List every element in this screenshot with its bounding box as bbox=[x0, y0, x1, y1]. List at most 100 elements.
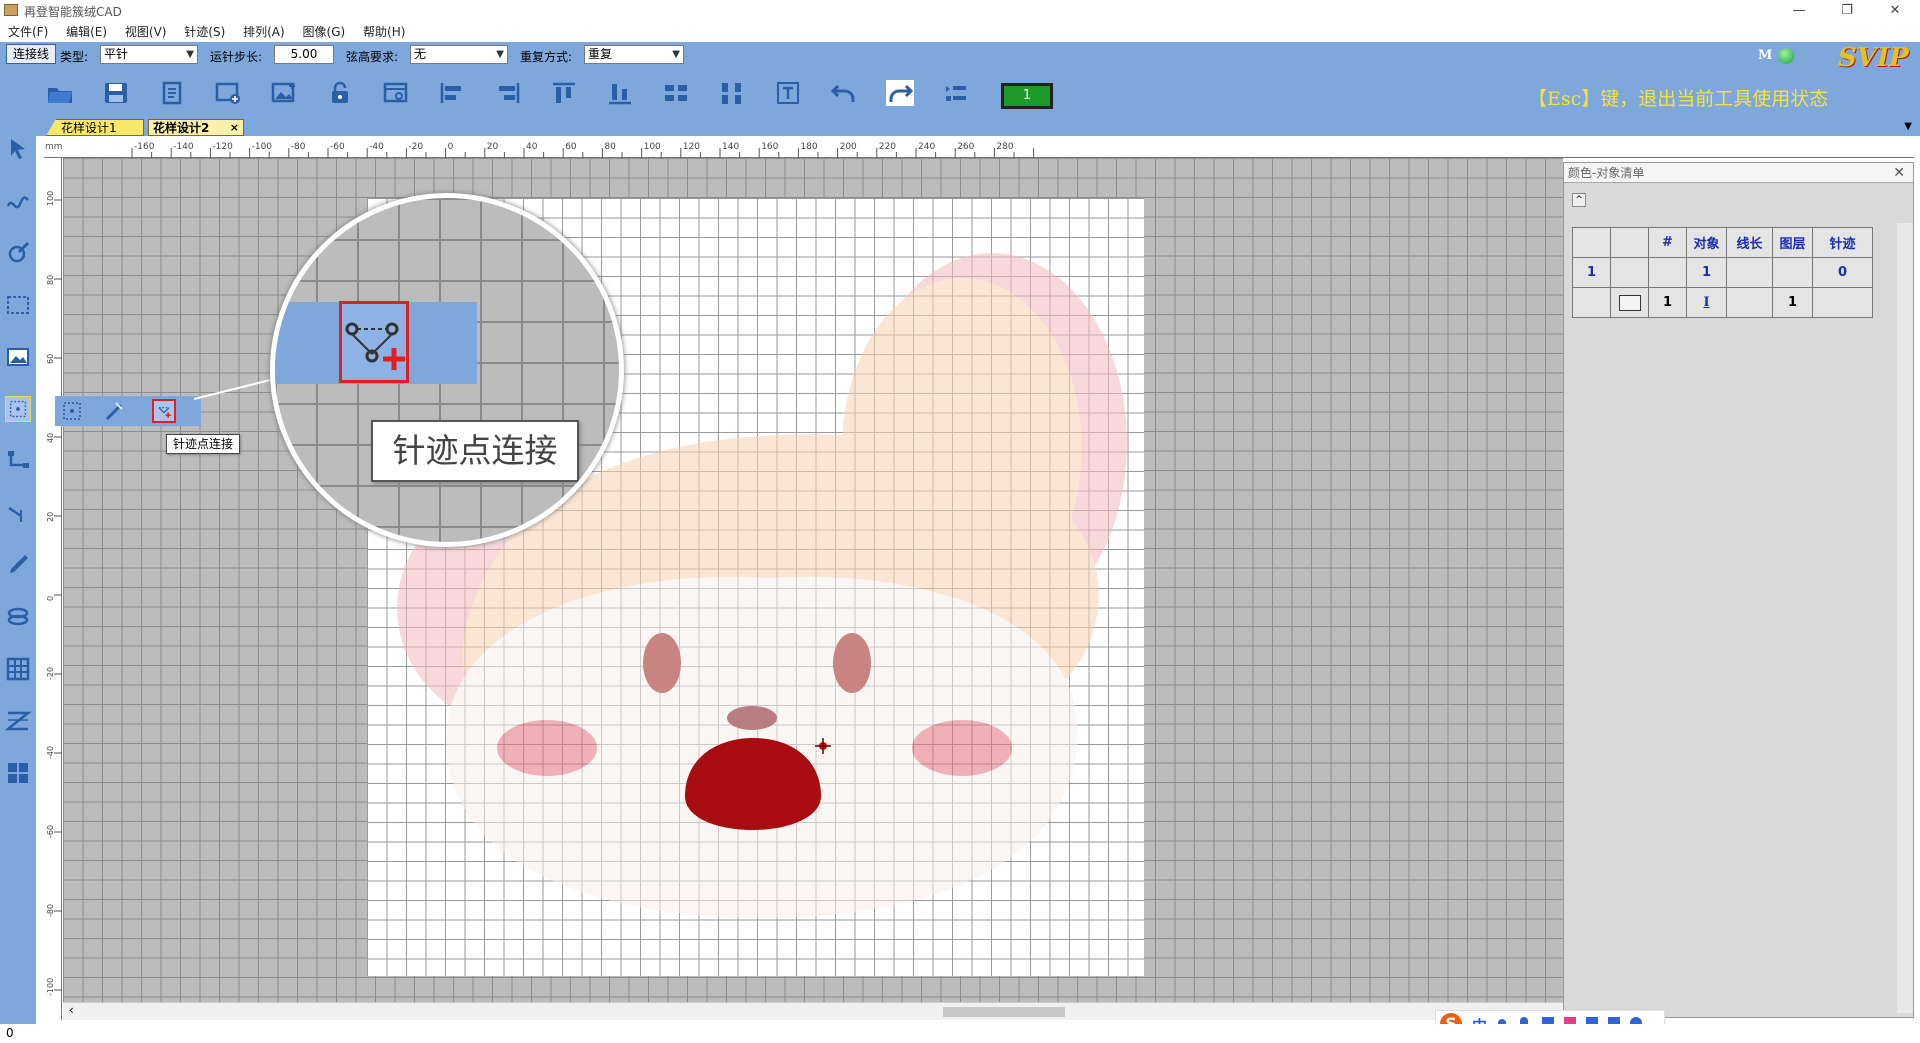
collapse-icon[interactable]: ^ bbox=[1572, 193, 1586, 207]
table-row[interactable]: 1 I 1 bbox=[1572, 287, 1873, 318]
header-cell: 图层 bbox=[1772, 227, 1813, 258]
add-image-icon[interactable] bbox=[270, 80, 298, 106]
ruler-label: 260 bbox=[957, 142, 974, 152]
menu-help[interactable]: 帮助(H) bbox=[363, 22, 405, 42]
open-folder-icon[interactable] bbox=[46, 80, 74, 106]
ruler-label: 20 bbox=[487, 142, 499, 152]
ruler-label: 220 bbox=[879, 142, 896, 152]
scroll-thumb[interactable] bbox=[943, 1007, 1065, 1017]
ruler-label: -60 bbox=[46, 825, 55, 838]
minimize-button[interactable]: — bbox=[1776, 0, 1822, 22]
horizontal-scrollbar[interactable]: ‹ bbox=[63, 1002, 1563, 1020]
dotted-rect-icon[interactable] bbox=[5, 292, 31, 318]
horizontal-ruler-ticks: -160 -140 -120 -100 -80 -60 -40 -20 0 20 40 60 80 100… bbox=[131, 142, 1035, 158]
image-icon[interactable] bbox=[5, 344, 31, 370]
step-input[interactable]: 5.00 bbox=[274, 45, 334, 64]
menu-file[interactable]: 文件(F) bbox=[8, 22, 48, 42]
menu-stitch[interactable]: 针迹(S) bbox=[184, 22, 225, 42]
restore-button[interactable]: ❐ bbox=[1824, 0, 1870, 22]
repeat-select[interactable]: 重复 ▼ bbox=[584, 45, 684, 64]
redo-icon[interactable] bbox=[886, 80, 914, 106]
close-icon[interactable]: ✕ bbox=[1893, 163, 1905, 183]
close-button[interactable]: ✕ bbox=[1872, 0, 1918, 22]
panel-title: 颜色-对象清单 bbox=[1568, 166, 1645, 180]
type-select[interactable]: 平针 ▼ bbox=[100, 45, 198, 64]
align-bottom-icon[interactable] bbox=[606, 80, 634, 106]
align-right-icon[interactable] bbox=[494, 80, 522, 106]
tooltip: 针迹点连接 bbox=[166, 434, 241, 454]
design-canvas[interactable] bbox=[63, 158, 1563, 1020]
header-cell: 针迹 bbox=[1812, 227, 1873, 258]
select-arrow-icon[interactable] bbox=[5, 136, 31, 162]
tab-design-1[interactable]: 花样设计1 bbox=[46, 119, 144, 136]
new-window-icon[interactable] bbox=[214, 80, 242, 106]
text-icon[interactable] bbox=[774, 80, 802, 106]
blocks-icon[interactable] bbox=[5, 760, 31, 786]
header-cell bbox=[1610, 227, 1649, 258]
curve-tool-icon[interactable] bbox=[5, 188, 31, 214]
tab-design-2[interactable]: 花样设计2 × bbox=[148, 119, 244, 136]
menu-arrange[interactable]: 排列(A) bbox=[243, 22, 285, 42]
status-bar: 0 bbox=[0, 1024, 1920, 1043]
knife-icon[interactable] bbox=[5, 552, 31, 578]
menu-view[interactable]: 视图(V) bbox=[125, 22, 167, 42]
tab-label: 花样设计2 bbox=[153, 121, 210, 135]
document-icon[interactable] bbox=[158, 80, 186, 106]
ruler-label: 40 bbox=[46, 433, 55, 443]
vertical-ruler-ticks: 100 80 60 40 20 0 -20 -40 -60 -80 -100 bbox=[46, 191, 62, 996]
menu-edit[interactable]: 编辑(E) bbox=[66, 22, 107, 42]
align-left-icon[interactable] bbox=[438, 80, 466, 106]
cell bbox=[1610, 257, 1649, 288]
panel-scrollbar[interactable] bbox=[1897, 223, 1913, 1013]
stitch-point-tool-icon[interactable] bbox=[5, 396, 31, 422]
chevron-down-icon: ▼ bbox=[496, 49, 504, 60]
esc-hint: 【Esc】键，退出当前工具使用状态 bbox=[1528, 88, 1829, 110]
color-indicator[interactable]: 1 bbox=[1001, 83, 1053, 109]
type-label: 类型: bbox=[60, 50, 89, 64]
menu-bar: 文件(F) 编辑(E) 视图(V) 针迹(S) 排列(A) 图像(G) 帮助(H… bbox=[0, 22, 1920, 42]
list-order-icon[interactable] bbox=[942, 80, 970, 106]
right-cheek bbox=[912, 720, 1012, 776]
window-title: 再登智能簇绒CAD bbox=[24, 5, 122, 19]
lock-icon[interactable] bbox=[326, 80, 354, 106]
node-connect-icon[interactable] bbox=[5, 448, 31, 474]
header-cell: # bbox=[1648, 227, 1687, 258]
color-swatch-cell[interactable] bbox=[1610, 287, 1649, 318]
align-top-icon[interactable] bbox=[550, 80, 578, 106]
ruler-label: 280 bbox=[996, 142, 1013, 152]
status-text: 0 bbox=[6, 1026, 14, 1040]
pen-circle-icon[interactable] bbox=[5, 240, 31, 266]
undo-icon[interactable] bbox=[830, 80, 858, 106]
ruler-label: 140 bbox=[722, 142, 739, 152]
sag-value: 无 bbox=[414, 47, 427, 61]
connect-line-mode-button[interactable]: 连接线 bbox=[6, 44, 57, 64]
grid-icon[interactable] bbox=[5, 656, 31, 682]
table-row[interactable]: 1 1 0 bbox=[1572, 257, 1873, 288]
distribute-vertical-icon[interactable] bbox=[718, 80, 746, 106]
layers-icon[interactable] bbox=[5, 604, 31, 630]
tab-close-icon[interactable]: × bbox=[230, 120, 239, 136]
horizontal-ruler: mm -160 -140 -120 -100 -80 -60 -40 -20 0 20 40 60 80… bbox=[44, 140, 1914, 158]
fill-stitch-icon[interactable] bbox=[5, 708, 31, 734]
node-edit-icon[interactable] bbox=[5, 500, 31, 526]
cell bbox=[1648, 257, 1687, 288]
object-type-icon[interactable]: I bbox=[1686, 287, 1727, 318]
cell bbox=[1772, 257, 1813, 288]
ruler-label: -20 bbox=[46, 667, 55, 680]
stitch-select-icon[interactable] bbox=[60, 399, 84, 423]
color-swatch[interactable] bbox=[1618, 294, 1641, 311]
ruler-label: 120 bbox=[683, 142, 700, 152]
stitch-point-connect-icon[interactable] bbox=[152, 399, 176, 423]
tab-label: 花样设计1 bbox=[61, 121, 117, 135]
ruler-label: -160 bbox=[134, 142, 155, 152]
tab-list-chevron-icon[interactable]: ▼ bbox=[1904, 121, 1912, 132]
cell bbox=[1572, 287, 1611, 318]
sag-select[interactable]: 无 ▼ bbox=[410, 45, 508, 64]
settings-window-icon[interactable] bbox=[382, 80, 410, 106]
save-icon[interactable] bbox=[102, 80, 130, 106]
color-object-panel: 颜色-对象清单 ✕ ^ # 对象 线长 图层 针迹 1 1 0 1 I 1 bbox=[1563, 162, 1914, 1018]
distribute-horizontal-icon[interactable] bbox=[662, 80, 690, 106]
scroll-left-icon[interactable]: ‹ bbox=[69, 1003, 74, 1017]
stitch-cut-icon[interactable] bbox=[102, 399, 126, 423]
menu-image[interactable]: 图像(G) bbox=[303, 22, 346, 42]
